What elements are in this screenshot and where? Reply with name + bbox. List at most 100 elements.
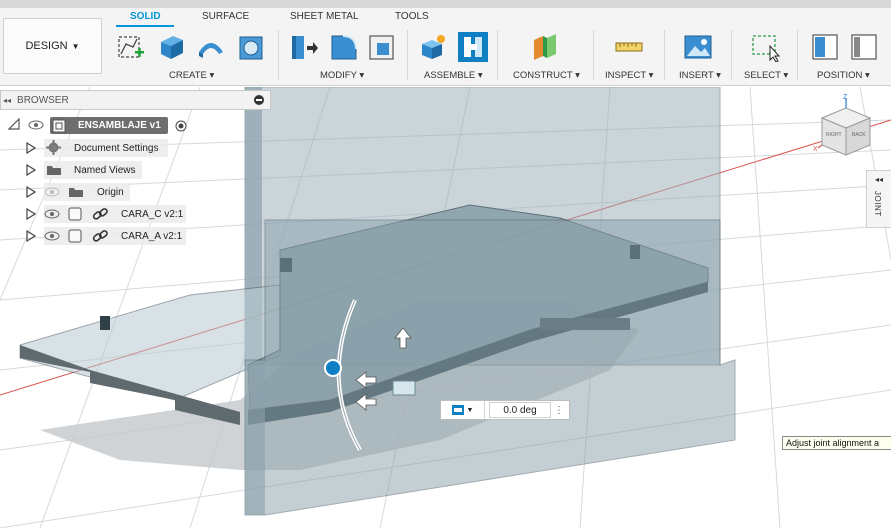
joint-origin-icon [392,380,416,396]
inspect-group-label[interactable]: INSPECT ▾ [605,70,653,81]
eye-icon[interactable] [28,120,44,130]
measure-icon[interactable] [614,32,644,62]
eye-icon[interactable] [44,209,60,219]
gear-icon [46,140,61,155]
tab-tools[interactable]: TOOLS [395,11,429,22]
expand-triangle-icon[interactable] [8,118,20,130]
toolbar-separator [278,30,279,80]
shell-icon[interactable] [236,32,266,62]
active-tab-underline [116,25,174,27]
view-cube[interactable]: RIGHT BACK Z X [813,94,872,156]
combine-icon[interactable] [367,32,397,62]
angle-value-field[interactable]: 0.0 deg [489,402,551,418]
minimize-icon[interactable] [254,95,264,105]
more-options-icon[interactable]: ⋮ [551,405,567,416]
tree-item-document-settings[interactable]: Document Settings [74,138,159,158]
angle-input-widget: ▼ 0.0 deg ⋮ [440,400,570,420]
eye-hidden-icon[interactable] [44,187,60,197]
position-group-label[interactable]: POSITION ▾ [817,70,870,81]
tree-item-named-views[interactable]: Named Views [74,160,136,180]
front-panel [244,219,736,516]
viewcube-back-label: BACK [852,132,866,138]
plate-tab [100,316,110,330]
tab-solid[interactable]: SOLID [130,11,161,22]
create-group-label[interactable]: CREATE ▾ [169,70,214,81]
link-icon [92,208,108,220]
create-label-text: CREATE [169,70,207,81]
assemble-label-text: ASSEMBLE [424,70,476,81]
capture-position-icon[interactable] [811,32,841,62]
toolbar-separator [731,30,732,80]
viewcube-right-label: RIGHT [826,132,842,138]
joint-tab-label: JOINT [873,191,882,217]
toolbar-separator [593,30,594,80]
revolve-icon[interactable] [196,32,226,62]
toolbar-separator [797,30,798,80]
modify-group-label[interactable]: MODIFY ▾ [320,70,364,81]
browser-root-item[interactable]: ENSAMBLAJE v1 [50,117,168,134]
create-sketch-icon[interactable] [116,32,146,62]
caret-down-icon: ▼ [466,406,474,414]
joint-icon[interactable] [458,32,488,62]
modify-label-text: MODIFY [320,70,357,81]
toolbar-separator [407,30,408,80]
expand-arrows-icon[interactable]: ◂◂ [875,175,883,184]
link-icon [92,230,108,242]
component-icon [68,207,82,221]
folder-icon [69,188,83,197]
rotate-handle-icon [324,359,342,377]
collapse-arrows-icon[interactable]: ◂◂ [3,96,11,105]
construct-group-label[interactable]: CONSTRUCT ▾ [513,70,580,81]
press-pull-icon[interactable] [289,32,319,62]
folder-icon [47,166,61,175]
toolbar-separator [497,30,498,80]
offset-plane-icon[interactable] [530,32,560,62]
left-plate [19,284,281,401]
viewcube-axis-x: X [813,146,818,153]
joint-dialog-tab[interactable]: ◂◂ JOINT [866,170,891,228]
eye-icon[interactable] [44,231,60,241]
assemble-group-label[interactable]: ASSEMBLE ▾ [424,70,483,81]
inspect-label-text: INSPECT [605,70,647,81]
select-group-label[interactable]: SELECT ▾ [744,70,788,81]
angle-mode-dropdown[interactable]: ▼ [441,401,485,419]
fillet-icon[interactable] [329,32,359,62]
viewcube-axis-z: Z [843,94,848,101]
expand-triangle-icon[interactable] [26,186,36,198]
tab-sheet-metal[interactable]: SHEET METAL [290,11,359,22]
expand-triangle-icon[interactable] [26,142,36,154]
insert-image-icon[interactable] [683,32,713,62]
construct-label-text: CONSTRUCT [513,70,573,81]
fusion360-window: DESIGN ▼ SOLID SURFACE SHEET METAL TOOLS [0,0,891,528]
expand-triangle-icon[interactable] [26,208,36,220]
front-panel-edge [245,365,265,515]
component-icon [68,229,82,243]
tab-surface[interactable]: SURFACE [202,11,249,22]
angle-mode-icon [451,405,464,415]
new-component-icon[interactable] [418,32,448,62]
tooltip: Adjust joint alignment a [782,436,891,450]
tree-item-origin[interactable]: Origin [97,182,124,202]
revert-position-icon[interactable] [850,32,880,62]
tree-item-cara-c[interactable]: CARA_C v2:1 [121,204,183,224]
workspace-switcher-button[interactable]: DESIGN ▼ [3,18,102,74]
tree-item-cara-a[interactable]: CARA_A v2:1 [121,226,182,246]
select-icon[interactable] [751,32,781,62]
root-label-text: ENSAMBLAJE v1 [78,120,161,131]
title-strip [0,0,891,8]
browser-title: BROWSER [17,94,69,106]
insert-label-text: INSERT [679,70,714,81]
expand-triangle-icon[interactable] [26,230,36,242]
activate-radio-icon[interactable] [175,120,187,132]
position-label-text: POSITION [817,70,863,81]
toolbar-separator [664,30,665,80]
ribbon-toolbar: DESIGN ▼ SOLID SURFACE SHEET METAL TOOLS [0,8,891,86]
workspace-label: DESIGN [25,40,68,52]
caret-down-icon: ▼ [71,41,80,51]
insert-group-label[interactable]: INSERT ▾ [679,70,721,81]
extrude-icon[interactable] [156,32,186,62]
browser-header[interactable]: ◂◂ BROWSER [0,90,271,110]
select-label-text: SELECT [744,70,781,81]
assembly-icon [52,119,66,133]
expand-triangle-icon[interactable] [26,164,36,176]
